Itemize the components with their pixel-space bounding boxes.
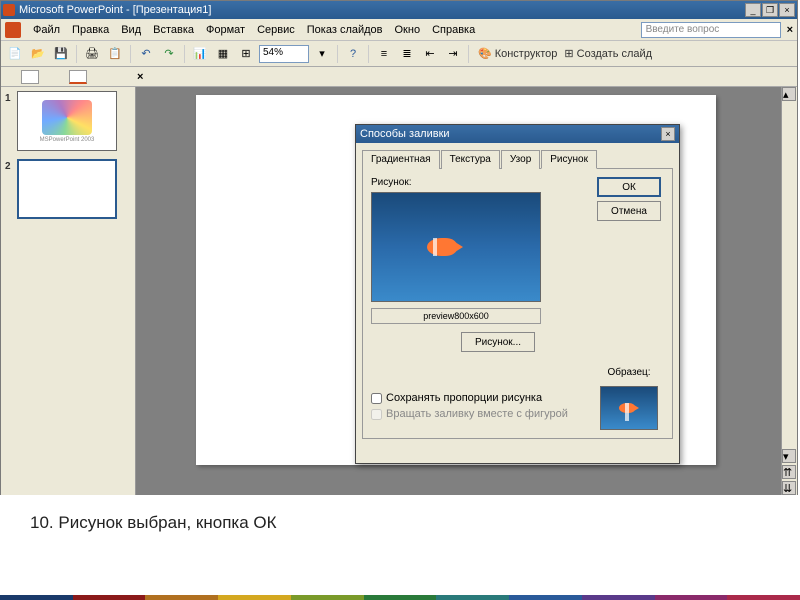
lock-aspect-checkbox[interactable]: Сохранять пропорции рисунка (371, 392, 594, 404)
save-icon[interactable]: 💾 (51, 44, 71, 64)
colorwheel-graphic (42, 100, 92, 135)
picture-filename: preview800x600 (371, 308, 541, 324)
minimize-button[interactable]: _ (745, 3, 761, 17)
menu-window[interactable]: Окно (389, 22, 427, 38)
dialog-tabs: Градиентная Текстура Узор Рисунок (362, 149, 673, 169)
undo-icon[interactable]: ↶ (136, 44, 156, 64)
picture-label: Рисунок: (371, 177, 594, 188)
table-icon[interactable]: ▦ (213, 44, 233, 64)
numbering-icon[interactable]: ≣ (397, 44, 417, 64)
zoom-dropdown-icon[interactable]: ▾ (312, 44, 332, 64)
fill-effects-dialog: Способы заливки × Градиентная Текстура У… (355, 124, 680, 464)
powerpoint-icon (3, 4, 15, 16)
tab-pattern[interactable]: Узор (501, 150, 540, 169)
menu-file[interactable]: Файл (27, 22, 66, 38)
print-icon[interactable]: 🖨 (82, 44, 102, 64)
cancel-button[interactable]: Отмена (597, 201, 661, 221)
toolbar: 📄 📂 💾 🖨 📋 ↶ ↷ 📊 ▦ ⊞ 54% ▾ ? ≡ ≣ ⇤ ⇥ 🎨 Ко… (1, 41, 797, 67)
bullets-icon[interactable]: ≡ (374, 44, 394, 64)
checkbox-icon[interactable] (371, 393, 382, 404)
slide-thumbnail-2[interactable] (17, 159, 117, 219)
picture-preview (371, 192, 541, 302)
slides-tab[interactable] (69, 70, 87, 84)
tab-picture[interactable]: Рисунок (541, 150, 597, 169)
scroll-down-icon[interactable]: ▾ (782, 449, 796, 463)
rotate-fill-checkbox: Вращать заливку вместе с фигурой (371, 408, 594, 420)
sample-preview (600, 386, 658, 430)
menu-tools[interactable]: Сервис (251, 22, 301, 38)
chart-icon[interactable]: 📊 (190, 44, 210, 64)
ok-button[interactable]: ОК (597, 177, 661, 197)
tab-texture[interactable]: Текстура (441, 150, 500, 169)
fish-graphic (619, 403, 635, 413)
menu-help[interactable]: Справка (426, 22, 481, 38)
menu-format[interactable]: Формат (200, 22, 251, 38)
checkbox-icon (371, 409, 382, 420)
redo-icon[interactable]: ↷ (159, 44, 179, 64)
copy-icon[interactable]: 📋 (105, 44, 125, 64)
menu-edit[interactable]: Правка (66, 22, 115, 38)
dialog-close-button[interactable]: × (661, 127, 675, 141)
thumb-number: 2 (5, 159, 17, 172)
dialog-titlebar: Способы заливки × (356, 125, 679, 143)
outdent-icon[interactable]: ⇤ (420, 44, 440, 64)
thumb-number: 1 (5, 91, 17, 104)
help-search-input[interactable]: Введите вопрос (641, 22, 781, 38)
color-strip (0, 595, 800, 600)
close-button[interactable]: × (779, 3, 795, 17)
new-slide-button[interactable]: ⊞ Создать слайд (564, 47, 652, 60)
sample-label: Образец: (607, 367, 650, 378)
prev-slide-icon[interactable]: ⇈ (782, 465, 796, 479)
menu-slideshow[interactable]: Показ слайдов (301, 22, 389, 38)
scroll-up-icon[interactable]: ▴ (782, 87, 796, 101)
next-slide-icon[interactable]: ⇊ (782, 481, 796, 495)
grid-icon[interactable]: ⊞ (236, 44, 256, 64)
slide-thumbnail-1[interactable]: MSPowerPoint 2003 (17, 91, 117, 151)
new-icon[interactable]: 📄 (5, 44, 25, 64)
menu-insert[interactable]: Вставка (147, 22, 200, 38)
fish-graphic (427, 238, 457, 256)
view-tabs: × (1, 67, 797, 87)
open-icon[interactable]: 📂 (28, 44, 48, 64)
dialog-title: Способы заливки (360, 128, 661, 140)
vertical-scrollbar[interactable]: ▴ ▾ ⇈ ⇊ (781, 87, 797, 495)
select-picture-button[interactable]: Рисунок... (461, 332, 535, 352)
menu-view[interactable]: Вид (115, 22, 147, 38)
zoom-input[interactable]: 54% (259, 45, 309, 63)
outline-tab[interactable] (21, 70, 39, 84)
title-text: Microsoft PowerPoint - [Презентация1] (19, 4, 745, 16)
restore-button[interactable]: ❐ (762, 3, 778, 17)
thumbnail-pane: 1 MSPowerPoint 2003 2 (1, 87, 136, 495)
tab-gradient[interactable]: Градиентная (362, 150, 440, 169)
design-button[interactable]: 🎨 Конструктор (478, 47, 557, 60)
help-icon[interactable]: ? (343, 44, 363, 64)
titlebar: Microsoft PowerPoint - [Презентация1] _ … (1, 1, 797, 19)
menubar: Файл Правка Вид Вставка Формат Сервис По… (1, 19, 797, 41)
indent-icon[interactable]: ⇥ (443, 44, 463, 64)
instruction-caption: 10. Рисунок выбран, кнопка ОК (0, 495, 800, 551)
doc-close-button[interactable]: × (787, 24, 793, 36)
pane-close-button[interactable]: × (137, 71, 143, 83)
app-icon (5, 22, 21, 38)
